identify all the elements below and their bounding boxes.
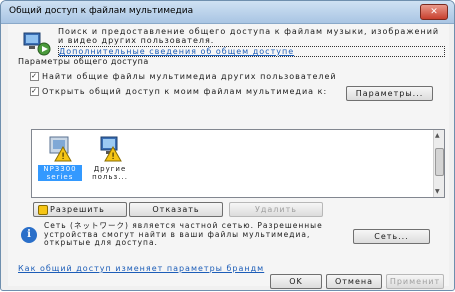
devices-list[interactable]: ! NP3300 series ! Другие польз... ▲ ▼ [31,129,445,198]
share-media-check[interactable]: ✓ [30,87,39,96]
find-media-checkbox[interactable]: ✓ Найти общие файлы мультимедиа других по… [30,72,337,81]
header-description: Поиск и предоставление общего доступа к … [58,27,440,45]
share-media-checkbox[interactable]: ✓ Открыть общий доступ к моим файлам муль… [30,87,330,96]
find-media-label: Найти общие файлы мультимедиа других пол… [42,72,337,81]
dialog-content: Поиск и предоставление общего доступа к … [8,24,449,289]
svg-text:!: ! [111,152,115,162]
media-sharing-dialog: Общий доступ к файлам мультимедиа ✕ Поис… [0,0,455,291]
info-icon: i [21,227,37,243]
share-media-label: Открыть общий доступ к моим файлам мульт… [42,87,328,96]
network-button[interactable]: Сеть... [353,229,430,244]
network-media-device-icon: ! [49,136,72,162]
device-name: Другие польз... [92,165,128,181]
more-info-link[interactable]: Дополнительные сведения об общем доступе [58,46,445,57]
svg-text:!: ! [61,152,65,162]
ok-button[interactable]: OK [270,274,322,289]
allow-button[interactable]: Разрешить [33,202,127,217]
firewall-info-link[interactable]: Как общий доступ изменяет параметры бран… [18,264,264,273]
deny-button[interactable]: Отказать [129,202,223,217]
cancel-button[interactable]: Отмена [326,274,382,289]
device-item[interactable]: ! NP3300 series [38,134,82,181]
allow-label: Разрешить [50,205,105,214]
window-title: Общий доступ к файлам мультимедиа [9,6,194,16]
sharing-settings-label: Параметры общего доступа [18,57,149,66]
close-button[interactable]: ✕ [420,4,448,20]
apply-button[interactable]: Применит [386,274,444,289]
settings-button[interactable]: Параметры... [346,86,433,101]
network-info-text: Сеть (ネットワーク) является частной сетью. Ра… [44,221,323,247]
allow-shield-icon [38,204,48,215]
scroll-up-icon[interactable]: ▲ [435,132,440,139]
device-item[interactable]: ! Другие польз... [88,134,132,181]
title-bar: Общий доступ к файлам мультимедиа ✕ [1,1,454,24]
media-sharing-icon [23,32,51,56]
other-users-icon: ! [100,136,122,162]
find-media-check[interactable]: ✓ [30,72,39,81]
remove-button[interactable]: Удалить [229,202,323,217]
devices-scrollbar[interactable]: ▲ ▼ [433,130,444,197]
scroll-thumb[interactable] [435,148,444,176]
scroll-down-icon[interactable]: ▼ [435,188,440,195]
device-name: NP3300 series [38,165,82,181]
